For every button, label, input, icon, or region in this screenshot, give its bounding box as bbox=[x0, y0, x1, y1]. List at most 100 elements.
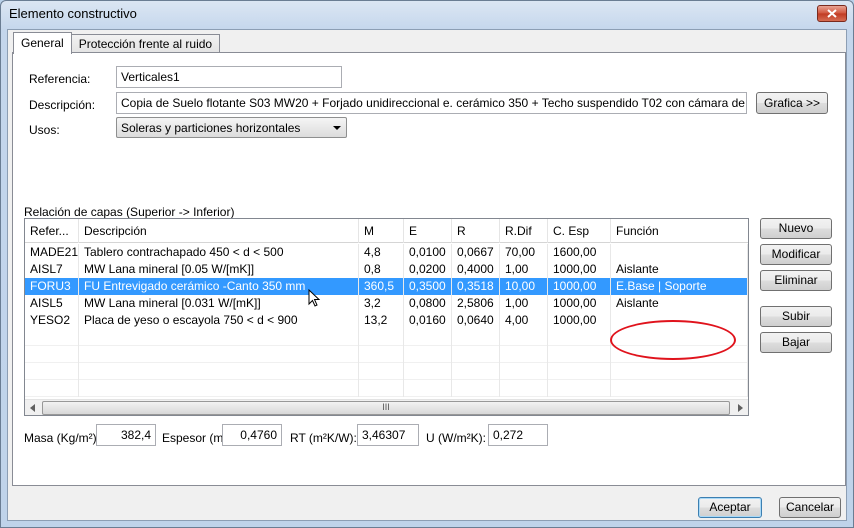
empty-row bbox=[25, 346, 748, 363]
grafica-button[interactable]: Grafica >> bbox=[756, 92, 828, 114]
empty-cell bbox=[452, 346, 500, 363]
column-header-descripcion[interactable]: Descripción bbox=[79, 219, 359, 243]
rt-field[interactable]: 3,46307 bbox=[357, 424, 419, 446]
horizontal-scrollbar[interactable]: III bbox=[25, 399, 748, 415]
cell-rdif: 70,00 bbox=[500, 244, 548, 261]
dialog-client: General Protección frente al ruido Refer… bbox=[7, 29, 847, 521]
empty-row bbox=[25, 363, 748, 380]
cell-m: 360,5 bbox=[359, 278, 404, 295]
empty-cell bbox=[500, 363, 548, 380]
aceptar-button[interactable]: Aceptar bbox=[698, 497, 762, 518]
cell-r: 0,0640 bbox=[452, 312, 500, 329]
modificar-button[interactable]: Modificar bbox=[760, 244, 832, 265]
cell-m: 0,8 bbox=[359, 261, 404, 278]
bajar-button[interactable]: Bajar bbox=[760, 332, 832, 353]
table-row[interactable]: AISL7 MW Lana mineral [0.05 W/[mK]] 0,8 0,0… bbox=[25, 261, 748, 278]
empty-cell bbox=[79, 329, 359, 346]
dialog-window: Elemento constructivo General Protección… bbox=[0, 0, 854, 528]
usos-select-value: Soleras y particiones horizontales bbox=[121, 121, 301, 135]
column-header-cesp[interactable]: C. Esp bbox=[548, 219, 611, 243]
table-row[interactable]: YESO2 Placa de yeso o escayola 750 < d < … bbox=[25, 312, 748, 329]
descripcion-label: Descripción: bbox=[29, 98, 96, 112]
cell-cesp: 1600,00 bbox=[548, 244, 611, 261]
u-field[interactable]: 0,272 bbox=[488, 424, 548, 446]
nuevo-button[interactable]: Nuevo bbox=[760, 218, 832, 239]
usos-select[interactable]: Soleras y particiones horizontales bbox=[116, 117, 347, 138]
table-row[interactable]: MADE21 Tablero contrachapado 450 < d < 50… bbox=[25, 244, 748, 261]
empty-cell bbox=[500, 329, 548, 346]
cell-descripcion: Tablero contrachapado 450 < d < 500 bbox=[79, 244, 359, 261]
empty-cell bbox=[611, 346, 748, 363]
layers-table: Refer... Descripción M E R R.Dif C. Esp … bbox=[24, 218, 749, 416]
empty-cell bbox=[359, 346, 404, 363]
empty-cell bbox=[79, 363, 359, 380]
empty-row bbox=[25, 380, 748, 397]
cell-rdif: 1,00 bbox=[500, 295, 548, 312]
empty-cell bbox=[548, 380, 611, 397]
title-bar[interactable]: Elemento constructivo bbox=[1, 1, 853, 27]
cell-m: 4,8 bbox=[359, 244, 404, 261]
empty-cell bbox=[25, 380, 79, 397]
cell-descripcion: Placa de yeso o escayola 750 < d < 900 bbox=[79, 312, 359, 329]
cell-r: 0,0667 bbox=[452, 244, 500, 261]
cell-funcion bbox=[611, 244, 748, 261]
scrollbar-thumb[interactable]: III bbox=[42, 401, 730, 415]
empty-cell bbox=[548, 346, 611, 363]
close-button[interactable] bbox=[817, 5, 847, 22]
cell-r: 2,5806 bbox=[452, 295, 500, 312]
cell-m: 3,2 bbox=[359, 295, 404, 312]
descripcion-field[interactable]: Copia de Suelo flotante S03 MW20 + Forja… bbox=[116, 92, 747, 114]
cell-cesp: 1000,00 bbox=[548, 295, 611, 312]
cell-e: 0,0160 bbox=[404, 312, 452, 329]
cell-ref: YESO2 bbox=[25, 312, 79, 329]
cell-descripcion: MW Lana mineral [0.05 W/[mK]] bbox=[79, 261, 359, 278]
tab-general[interactable]: General bbox=[13, 32, 72, 54]
empty-cell bbox=[404, 380, 452, 397]
scroll-left-icon[interactable] bbox=[30, 404, 35, 412]
empty-cell bbox=[359, 363, 404, 380]
referencia-field[interactable]: Verticales1 bbox=[116, 66, 342, 88]
empty-cell bbox=[359, 380, 404, 397]
empty-cell bbox=[500, 380, 548, 397]
cell-cesp: 1000,00 bbox=[548, 278, 611, 295]
cell-r: 0,4000 bbox=[452, 261, 500, 278]
cell-funcion: Aislante bbox=[611, 295, 748, 312]
cancelar-button[interactable]: Cancelar bbox=[779, 497, 841, 518]
column-header-r[interactable]: R bbox=[452, 219, 500, 243]
column-header-funcion[interactable]: Función bbox=[611, 219, 748, 243]
empty-row bbox=[25, 329, 748, 346]
empty-cell bbox=[359, 329, 404, 346]
subir-button[interactable]: Subir bbox=[760, 306, 832, 327]
empty-cell bbox=[25, 363, 79, 380]
empty-cell bbox=[548, 329, 611, 346]
column-header-e[interactable]: E bbox=[404, 219, 452, 243]
table-row[interactable]: FORU3 FU Entrevigado cerámico -Canto 350 … bbox=[25, 278, 748, 295]
tab-panel-general: Referencia: Verticales1 Descripción: Cop… bbox=[12, 52, 846, 486]
table-header: Refer... Descripción M E R R.Dif C. Esp … bbox=[25, 219, 748, 243]
scroll-right-icon[interactable] bbox=[738, 404, 743, 412]
eliminar-button[interactable]: Eliminar bbox=[760, 270, 832, 291]
cell-ref: MADE21 bbox=[25, 244, 79, 261]
tab-proteccion-ruido[interactable]: Protección frente al ruido bbox=[70, 34, 221, 53]
espesor-field[interactable]: 0,4760 bbox=[222, 424, 282, 446]
cell-funcion: E.Base | Soporte bbox=[611, 278, 748, 295]
empty-cell bbox=[25, 329, 79, 346]
cell-funcion bbox=[611, 312, 748, 329]
empty-cell bbox=[611, 363, 748, 380]
empty-cell bbox=[548, 363, 611, 380]
cell-m: 13,2 bbox=[359, 312, 404, 329]
empty-cell bbox=[404, 363, 452, 380]
column-header-m[interactable]: M bbox=[359, 219, 404, 243]
cell-e: 0,3500 bbox=[404, 278, 452, 295]
cell-rdif: 10,00 bbox=[500, 278, 548, 295]
chevron-down-icon bbox=[333, 126, 341, 130]
column-header-ref[interactable]: Refer... bbox=[25, 219, 79, 243]
empty-cell bbox=[404, 346, 452, 363]
close-icon bbox=[827, 9, 837, 18]
cell-r: 0,3518 bbox=[452, 278, 500, 295]
masa-field[interactable]: 382,4 bbox=[96, 424, 156, 446]
table-row[interactable]: AISL5 MW Lana mineral [0.031 W/[mK]] 3,2 0,… bbox=[25, 295, 748, 312]
column-header-rdif[interactable]: R.Dif bbox=[500, 219, 548, 243]
empty-cell bbox=[500, 346, 548, 363]
usos-label: Usos: bbox=[29, 123, 60, 137]
